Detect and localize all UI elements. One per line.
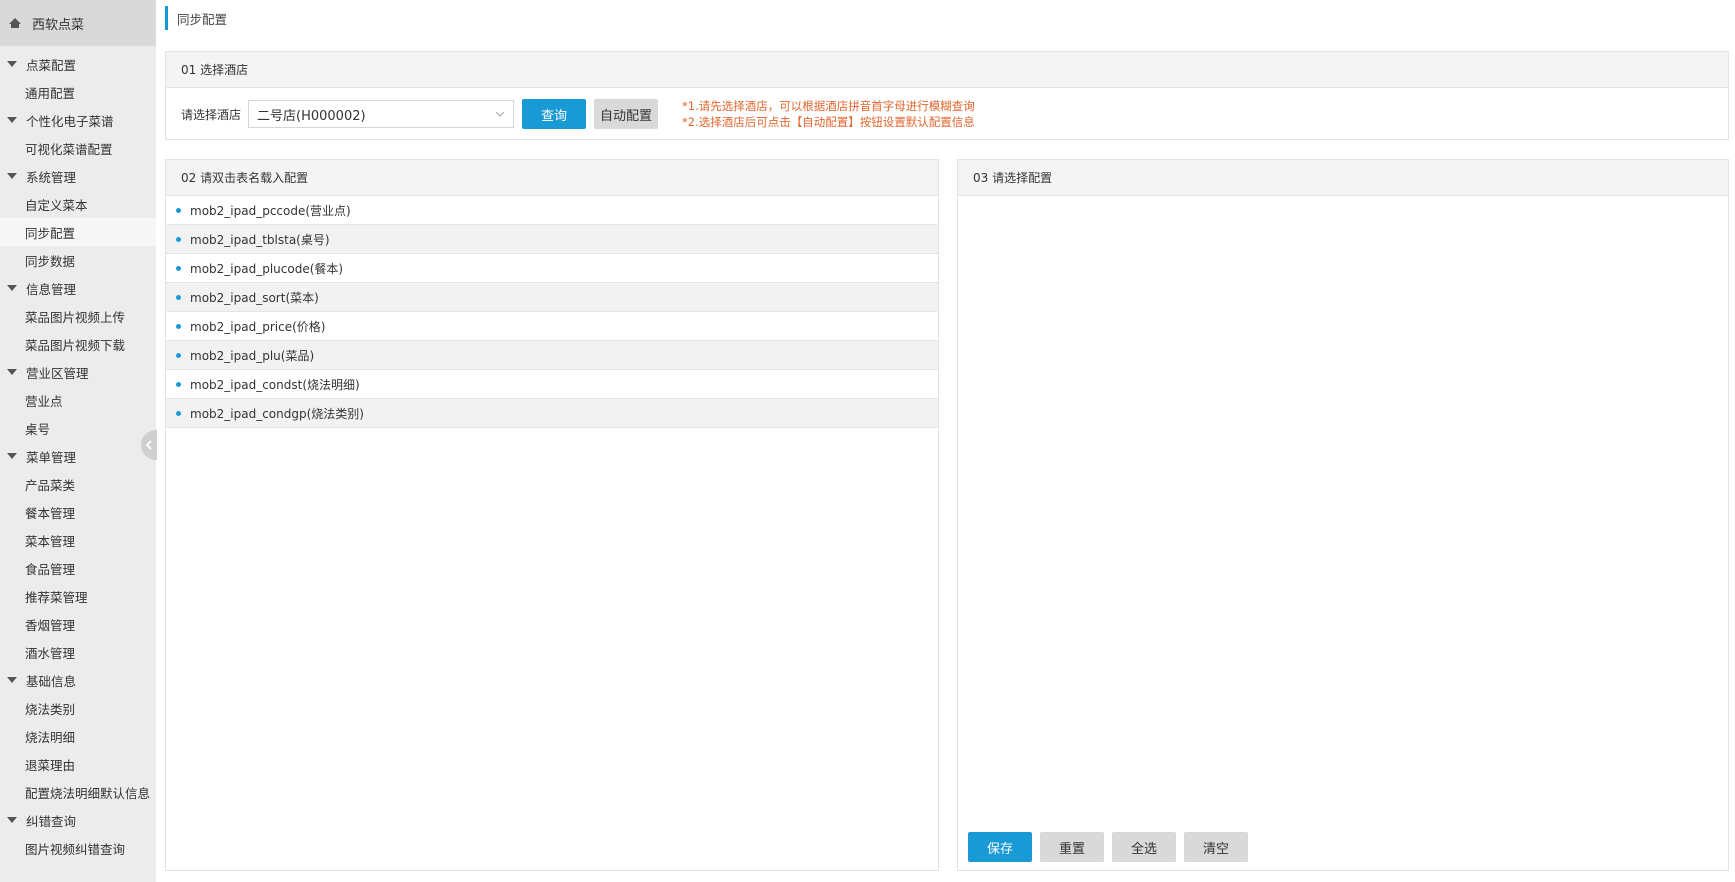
caret-down-icon: [7, 817, 17, 823]
menu-item-media-error-check[interactable]: 图片视频纠错查询: [0, 834, 156, 862]
brand-label: 西软点菜: [32, 17, 85, 33]
bullet-icon: [176, 381, 181, 387]
menu-group-error-check[interactable]: 纠错查询: [0, 806, 156, 834]
auto-config-button[interactable]: 自动配置: [594, 99, 659, 129]
caret-down-icon: [7, 677, 17, 683]
menu-group-dish-config[interactable]: 点菜配置: [0, 50, 156, 78]
menu-item-dish-book[interactable]: 菜本管理: [0, 526, 156, 554]
home-icon: [9, 18, 21, 28]
select-all-button[interactable]: 全选: [1112, 832, 1176, 862]
list-item[interactable]: mob2_ipad_plucode(餐本): [166, 254, 938, 283]
menu-item-beverage[interactable]: 酒水管理: [0, 638, 156, 666]
bullet-icon: [176, 323, 181, 329]
caret-down-icon: [7, 285, 17, 291]
chevron-down-icon: [495, 111, 505, 117]
menu-group-basic-info[interactable]: 基础信息: [0, 666, 156, 694]
menu-item-business-point[interactable]: 营业点: [0, 386, 156, 414]
select-hotel-panel: 01 选择酒店 请选择酒店 二号店(H000002) 查询 自动配置 *1.请先…: [165, 51, 1729, 140]
menu-item-media-download[interactable]: 菜品图片视频下载: [0, 330, 156, 358]
menu-group-menu-management[interactable]: 菜单管理: [0, 442, 156, 470]
menu-group-custom-menu[interactable]: 个性化电子菜谱: [0, 106, 156, 134]
sidebar-menu: 点菜配置 通用配置 个性化电子菜谱 可视化菜谱配置 系统管理 自定义菜本 同步配…: [0, 46, 156, 862]
caret-down-icon: [7, 173, 17, 179]
list-item[interactable]: mob2_ipad_sort(菜本): [166, 283, 938, 312]
list-item[interactable]: mob2_ipad_pccode(营业点): [166, 196, 938, 225]
hotel-select-label: 请选择酒店: [181, 107, 242, 122]
bullet-icon: [176, 410, 181, 416]
caret-down-icon: [7, 453, 17, 459]
list-item[interactable]: mob2_ipad_condgp(烧法类别): [166, 399, 938, 428]
sidebar: 西软点菜 点菜配置 通用配置 个性化电子菜谱 可视化菜谱配置 系统管理 自定义菜…: [0, 0, 156, 882]
menu-item-general-config[interactable]: 通用配置: [0, 78, 156, 106]
caret-down-icon: [7, 61, 17, 67]
menu-group-business-area[interactable]: 营业区管理: [0, 358, 156, 386]
menu-item-food[interactable]: 食品管理: [0, 554, 156, 582]
hint-note-1: *1.请先选择酒店，可以根据酒店拼音首字母进行模糊查询: [682, 99, 975, 113]
bullet-icon: [176, 265, 181, 271]
list-item[interactable]: mob2_ipad_price(价格): [166, 312, 938, 341]
bullet-icon: [176, 207, 181, 213]
menu-item-sync-config[interactable]: 同步配置: [0, 218, 156, 246]
menu-item-sync-data[interactable]: 同步数据: [0, 246, 156, 274]
chevron-left-icon: [145, 440, 152, 450]
table-list-panel: 02 请双击表名载入配置 mob2_ipad_pccode(营业点) mob2_…: [165, 159, 939, 871]
clear-button[interactable]: 清空: [1184, 832, 1248, 862]
panel-title: 01 选择酒店: [166, 52, 1728, 88]
query-button[interactable]: 查询: [522, 99, 587, 129]
list-item[interactable]: mob2_ipad_condst(烧法明细): [166, 370, 938, 399]
menu-item-return-reason[interactable]: 退菜理由: [0, 750, 156, 778]
table-list: mob2_ipad_pccode(营业点) mob2_ipad_tblsta(桌…: [166, 196, 938, 428]
config-select-panel: 03 请选择配置 保存 重置 全选 清空: [957, 159, 1729, 871]
menu-item-product-category[interactable]: 产品菜类: [0, 470, 156, 498]
bullet-icon: [176, 294, 181, 300]
menu-item-recommended[interactable]: 推荐菜管理: [0, 582, 156, 610]
hotel-select-value: 二号店(H000002): [257, 108, 366, 124]
bullet-icon: [176, 236, 181, 242]
menu-item-cooking-default[interactable]: 配置烧法明细默认信息: [0, 778, 156, 806]
menu-item-table-number[interactable]: 桌号: [0, 414, 156, 442]
save-button[interactable]: 保存: [968, 832, 1032, 862]
menu-item-meal-book[interactable]: 餐本管理: [0, 498, 156, 526]
caret-down-icon: [7, 369, 17, 375]
breadcrumb: 同步配置: [165, 6, 227, 30]
caret-down-icon: [7, 117, 17, 123]
menu-item-media-upload[interactable]: 菜品图片视频上传: [0, 302, 156, 330]
list-item[interactable]: mob2_ipad_tblsta(桌号): [166, 225, 938, 254]
menu-item-custom-book[interactable]: 自定义菜本: [0, 190, 156, 218]
sidebar-brand[interactable]: 西软点菜: [0, 0, 156, 46]
hotel-select[interactable]: 二号店(H000002): [248, 100, 515, 128]
menu-item-cooking-detail[interactable]: 烧法明细: [0, 722, 156, 750]
reset-button[interactable]: 重置: [1040, 832, 1104, 862]
action-bar: 保存 重置 全选 清空: [968, 832, 1248, 862]
panel-title: 02 请双击表名载入配置: [166, 160, 938, 196]
hint-note-2: *2.选择酒店后可点击【自动配置】按钮设置默认配置信息: [682, 115, 975, 129]
menu-item-cooking-category[interactable]: 烧法类别: [0, 694, 156, 722]
bullet-icon: [176, 352, 181, 358]
menu-item-tobacco[interactable]: 香烟管理: [0, 610, 156, 638]
menu-item-visual-menu-config[interactable]: 可视化菜谱配置: [0, 134, 156, 162]
menu-group-info[interactable]: 信息管理: [0, 274, 156, 302]
menu-group-system[interactable]: 系统管理: [0, 162, 156, 190]
hint-notes: *1.请先选择酒店，可以根据酒店拼音首字母进行模糊查询 *2.选择酒店后可点击【…: [682, 98, 975, 130]
panel-title: 03 请选择配置: [958, 160, 1728, 196]
list-item[interactable]: mob2_ipad_plu(菜品): [166, 341, 938, 370]
